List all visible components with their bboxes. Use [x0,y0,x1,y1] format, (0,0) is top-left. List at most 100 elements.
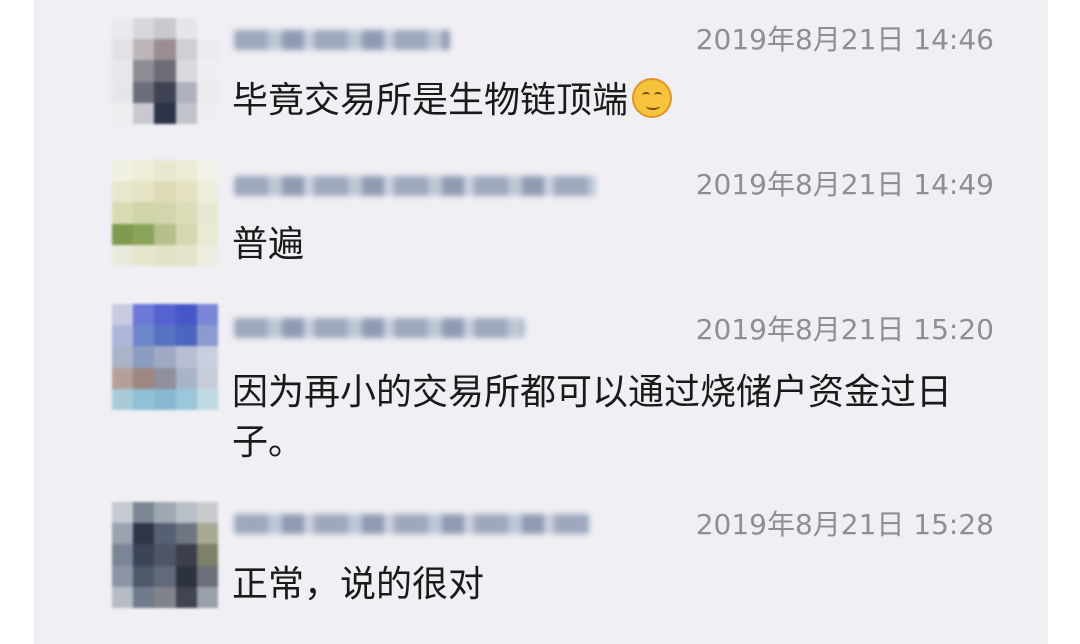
avatar-pixel [133,160,155,182]
avatar-pixel [196,346,218,368]
sender-name-blurred [234,30,450,50]
avatar-pixel [112,367,134,389]
avatar-pixel [112,586,134,608]
message-text-content: 毕竟交易所是生物链顶端 [232,80,629,121]
avatar-pixel [196,181,218,203]
avatar-pixel [175,60,197,82]
avatar-pixel [175,325,197,347]
message-timestamp: 2019年8月21日 15:20 [695,313,994,346]
avatar-pixel [154,544,176,566]
avatar-pixel [133,523,155,545]
avatar-pixel [196,244,218,266]
avatar-pixel [154,367,176,389]
avatar-pixel [154,181,176,203]
avatar-pixel [175,244,197,266]
avatar-pixel [154,565,176,587]
avatar[interactable] [112,18,218,124]
avatar-pixel [154,346,176,368]
avatar-pixel [133,586,155,608]
message-timestamp: 2019年8月21日 14:49 [695,168,994,201]
avatar-pixel [196,325,218,347]
avatar-pixel [154,502,176,524]
avatar-pixel [175,388,197,410]
sender-name-blurred [234,318,524,338]
avatar-pixel [133,244,155,266]
avatar-pixel [112,60,134,82]
avatar-pixel [133,304,155,326]
avatar-pixel [112,223,134,245]
avatar[interactable] [112,160,218,266]
avatar-pixel [133,81,155,103]
avatar-pixel [133,367,155,389]
avatar-pixel [154,223,176,245]
avatar-pixel [175,102,197,124]
avatar-pixel [196,502,218,524]
avatar-pixel [112,388,134,410]
avatar-pixel [133,18,155,40]
avatar-pixel [175,544,197,566]
avatar-pixel [175,223,197,245]
avatar-pixel [196,18,218,40]
avatar-pixel [196,565,218,587]
avatar-pixel [112,244,134,266]
avatar-pixel [175,160,197,182]
avatar-pixel [196,586,218,608]
avatar-pixel [175,502,197,524]
avatar-pixel [133,325,155,347]
avatar-pixel [196,202,218,224]
avatar[interactable] [112,502,218,608]
avatar-pixel [196,160,218,182]
avatar-pixel [133,39,155,61]
avatar-pixel [133,181,155,203]
avatar[interactable] [112,304,218,410]
avatar-pixel [112,565,134,587]
avatar-pixel [196,60,218,82]
avatar-pixel [133,502,155,524]
avatar-pixel [154,39,176,61]
avatar-pixel [175,586,197,608]
avatar-pixel [196,102,218,124]
message-text: 普遍 [232,224,305,265]
avatar-pixel [175,81,197,103]
avatar-pixel [112,102,134,124]
avatar-pixel [133,202,155,224]
avatar-pixel [133,565,155,587]
avatar-pixel [196,388,218,410]
avatar-pixel [133,346,155,368]
message-timestamp: 2019年8月21日 15:28 [695,508,994,541]
avatar-pixel [154,244,176,266]
avatar-pixel [133,388,155,410]
sender-name-blurred [234,176,596,196]
avatar-pixel [112,18,134,40]
avatar-pixel [112,544,134,566]
avatar-pixel [133,544,155,566]
avatar-pixel [175,18,197,40]
sender-name-blurred [234,514,590,534]
avatar-pixel [154,81,176,103]
message-text: 毕竟交易所是生物链顶端 [232,76,1022,126]
avatar-pixel [196,304,218,326]
avatar-pixel [196,523,218,545]
avatar-pixel [133,223,155,245]
avatar-pixel [154,586,176,608]
avatar-pixel [175,304,197,326]
avatar-pixel [175,565,197,587]
avatar-pixel [196,367,218,389]
avatar-pixel [196,39,218,61]
avatar-pixel [154,388,176,410]
avatar-pixel [112,523,134,545]
avatar-pixel [154,523,176,545]
avatar-pixel [154,304,176,326]
avatar-pixel [112,160,134,182]
avatar-pixel [196,223,218,245]
message-text: 正常，说的很对 [232,564,485,605]
avatar-pixel [112,502,134,524]
avatar-pixel [112,81,134,103]
avatar-pixel [112,304,134,326]
message-text: 因为再小的交易所都可以通过烧储户资金过日子。 [232,372,953,463]
avatar-pixel [133,102,155,124]
avatar-pixel [175,523,197,545]
avatar-pixel [175,181,197,203]
avatar-pixel [196,544,218,566]
avatar-pixel [175,367,197,389]
